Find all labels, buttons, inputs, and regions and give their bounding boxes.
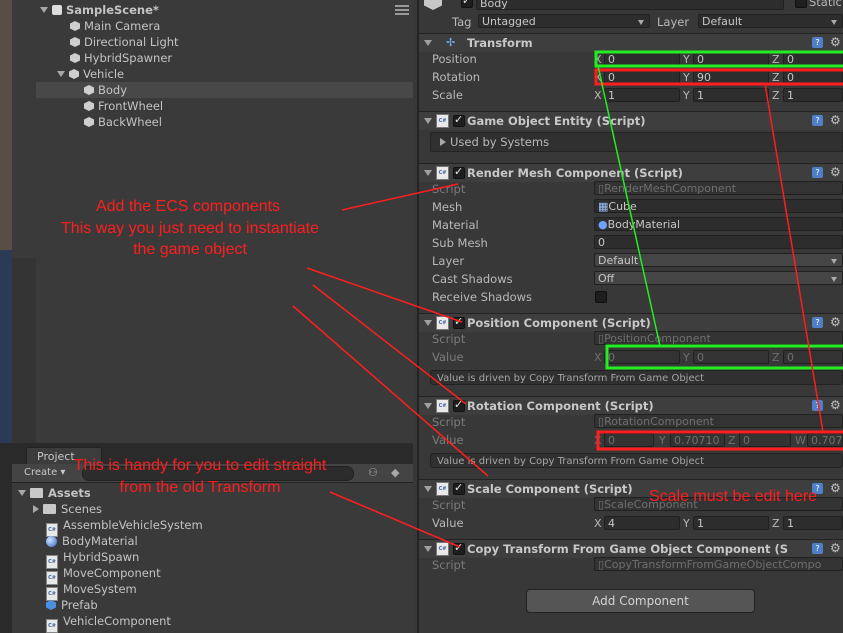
scale-annotation: Scale must be edit here xyxy=(648,488,818,505)
ecs-arrow-rotation xyxy=(312,284,467,405)
handy-annotation-line2: from the old Transform xyxy=(119,479,281,496)
ecs-arrow-render-mesh xyxy=(341,183,459,211)
ecs-arrow-scale xyxy=(292,305,489,477)
highlight-position-value-box xyxy=(605,344,843,370)
handy-annotation-line1: This is handy for you to edit straight xyxy=(73,457,327,474)
ecs-arrow-position xyxy=(306,267,463,323)
highlight-rotation-box xyxy=(594,68,843,86)
ecs-annotation-line2: This way you just need to instantiate xyxy=(61,220,319,237)
highlight-position-box xyxy=(594,50,843,68)
ecs-annotation-line3: the game object xyxy=(133,241,247,258)
handy-arrow-copy xyxy=(329,491,461,548)
highlight-rotation-value-box xyxy=(596,430,843,451)
red-link-line xyxy=(764,83,824,433)
ecs-annotation-line1: Add the ECS components xyxy=(95,198,281,215)
green-link-line xyxy=(597,65,661,347)
annotation-overlay xyxy=(292,50,843,548)
